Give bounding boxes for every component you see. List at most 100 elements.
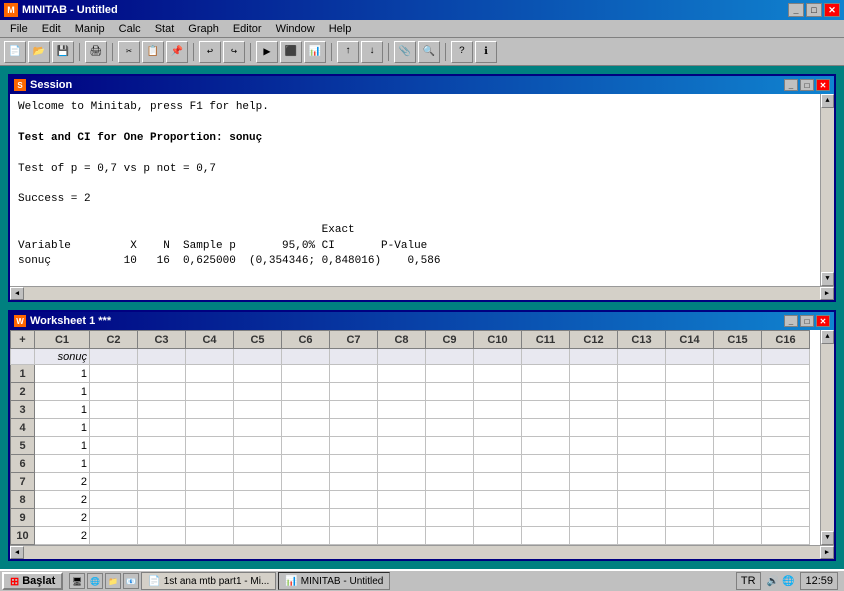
toolbar-b8[interactable]: ? xyxy=(451,41,473,63)
data-cell[interactable] xyxy=(186,365,234,383)
data-cell[interactable] xyxy=(522,437,570,455)
data-cell[interactable] xyxy=(138,419,186,437)
data-cell[interactable] xyxy=(522,527,570,545)
data-cell[interactable] xyxy=(426,527,474,545)
data-cell[interactable] xyxy=(282,437,330,455)
data-cell[interactable] xyxy=(522,491,570,509)
data-cell[interactable] xyxy=(330,437,378,455)
menu-stat[interactable]: Stat xyxy=(149,22,181,36)
data-cell[interactable] xyxy=(282,365,330,383)
data-cell[interactable] xyxy=(282,455,330,473)
col-header-c3[interactable]: C3 xyxy=(138,331,186,349)
start-button[interactable]: ⊞ Başlat xyxy=(2,572,63,590)
data-cell[interactable] xyxy=(522,401,570,419)
data-cell[interactable]: 1 xyxy=(35,383,90,401)
data-cell[interactable] xyxy=(426,383,474,401)
menu-edit[interactable]: Edit xyxy=(36,22,67,36)
data-cell[interactable] xyxy=(282,401,330,419)
data-cell[interactable] xyxy=(426,491,474,509)
data-cell[interactable] xyxy=(666,437,714,455)
session-maximize[interactable]: □ xyxy=(800,79,814,91)
data-cell[interactable] xyxy=(138,383,186,401)
var-name-c6[interactable] xyxy=(282,349,330,365)
data-cell[interactable] xyxy=(378,473,426,491)
worksheet-grid[interactable]: + C1 C2 C3 C4 C5 C6 C7 C8 C9 C10 C11 xyxy=(10,330,820,545)
ws-scroll-right[interactable]: ▶ xyxy=(820,546,834,559)
data-cell[interactable] xyxy=(378,383,426,401)
data-cell[interactable] xyxy=(282,527,330,545)
data-cell[interactable]: 2 xyxy=(35,491,90,509)
data-cell[interactable]: 2 xyxy=(35,527,90,545)
session-scroll-track[interactable] xyxy=(821,108,834,272)
data-cell[interactable] xyxy=(282,419,330,437)
data-cell[interactable] xyxy=(234,473,282,491)
data-cell[interactable] xyxy=(90,473,138,491)
data-cell[interactable] xyxy=(618,473,666,491)
data-cell[interactable] xyxy=(762,383,810,401)
data-cell[interactable] xyxy=(666,509,714,527)
ws-hscroll-track[interactable] xyxy=(24,546,820,559)
data-cell[interactable] xyxy=(618,383,666,401)
toolbar-b5[interactable]: ↓ xyxy=(361,41,383,63)
data-cell[interactable] xyxy=(570,473,618,491)
data-cell[interactable] xyxy=(714,509,762,527)
var-name-c16[interactable] xyxy=(762,349,810,365)
data-cell[interactable] xyxy=(138,455,186,473)
col-header-c6[interactable]: C6 xyxy=(282,331,330,349)
col-header-c11[interactable]: C11 xyxy=(522,331,570,349)
data-cell[interactable] xyxy=(666,491,714,509)
data-cell[interactable] xyxy=(762,509,810,527)
data-cell[interactable] xyxy=(666,455,714,473)
var-name-c15[interactable] xyxy=(714,349,762,365)
data-cell[interactable] xyxy=(522,473,570,491)
quicklaunch-icon3[interactable]: 📁 xyxy=(105,573,121,589)
data-cell[interactable] xyxy=(714,437,762,455)
worksheet-minimize[interactable]: _ xyxy=(784,315,798,327)
var-name-c12[interactable] xyxy=(570,349,618,365)
data-cell[interactable] xyxy=(666,383,714,401)
session-scroll-down[interactable]: ▼ xyxy=(821,272,834,286)
toolbar-b7[interactable]: 🔍 xyxy=(418,41,440,63)
toolbar-b2[interactable]: ⬛ xyxy=(280,41,302,63)
language-indicator[interactable]: TR xyxy=(736,572,761,590)
data-cell[interactable] xyxy=(714,383,762,401)
data-cell[interactable] xyxy=(234,383,282,401)
var-name-c3[interactable] xyxy=(138,349,186,365)
data-cell[interactable] xyxy=(282,473,330,491)
ws-scroll-track[interactable] xyxy=(821,344,834,531)
var-name-c2[interactable] xyxy=(90,349,138,365)
data-cell[interactable] xyxy=(330,509,378,527)
data-cell[interactable] xyxy=(474,455,522,473)
data-cell[interactable] xyxy=(90,365,138,383)
toolbar-cut[interactable]: ✂ xyxy=(118,41,140,63)
data-cell[interactable] xyxy=(570,383,618,401)
data-cell[interactable] xyxy=(378,401,426,419)
worksheet-close[interactable]: ✕ xyxy=(816,315,830,327)
col-header-c7[interactable]: C7 xyxy=(330,331,378,349)
col-header-c4[interactable]: C4 xyxy=(186,331,234,349)
var-name-c9[interactable] xyxy=(426,349,474,365)
data-cell[interactable] xyxy=(234,491,282,509)
var-name-c7[interactable] xyxy=(330,349,378,365)
var-name-c4[interactable] xyxy=(186,349,234,365)
data-cell[interactable]: 2 xyxy=(35,509,90,527)
minimize-button[interactable]: _ xyxy=(788,3,804,17)
data-cell[interactable]: 1 xyxy=(35,455,90,473)
data-cell[interactable] xyxy=(570,437,618,455)
data-cell[interactable] xyxy=(378,419,426,437)
toolbar-paste[interactable]: 📌 xyxy=(166,41,188,63)
close-button[interactable]: ✕ xyxy=(824,3,840,17)
data-cell[interactable] xyxy=(618,437,666,455)
menu-help[interactable]: Help xyxy=(323,22,358,36)
toolbar-copy[interactable]: 📋 xyxy=(142,41,164,63)
var-name-c11[interactable] xyxy=(522,349,570,365)
data-cell[interactable] xyxy=(762,473,810,491)
data-cell[interactable] xyxy=(522,383,570,401)
data-cell[interactable] xyxy=(474,491,522,509)
data-cell[interactable] xyxy=(522,509,570,527)
col-header-c13[interactable]: C13 xyxy=(618,331,666,349)
data-cell[interactable] xyxy=(186,383,234,401)
data-cell[interactable] xyxy=(474,383,522,401)
data-cell[interactable] xyxy=(714,455,762,473)
session-scroll-up[interactable]: ▲ xyxy=(821,94,834,108)
